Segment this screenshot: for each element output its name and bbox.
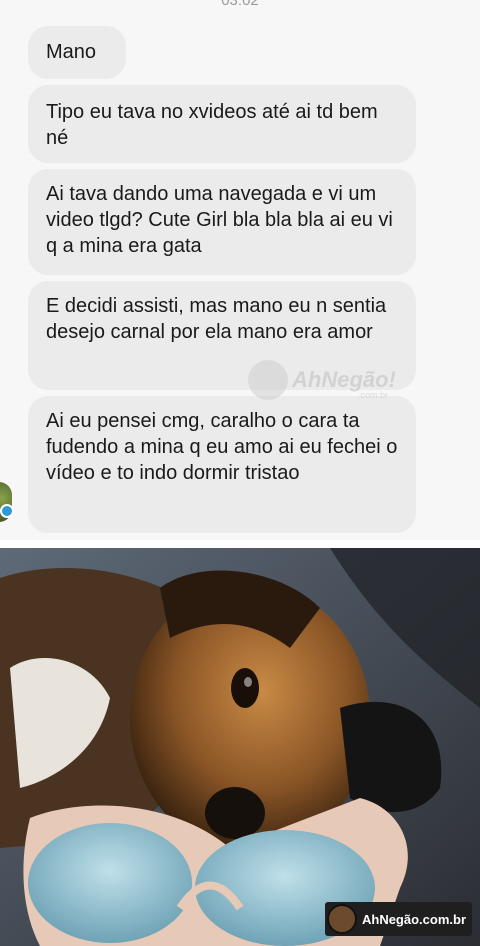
sender-avatar[interactable] xyxy=(0,482,14,522)
messenger-badge-icon xyxy=(0,504,14,518)
site-logo-icon xyxy=(326,904,357,934)
watermark: AhNegão! .com.br xyxy=(248,360,396,400)
message-bubble: Ai eu pensei cmg, caralho o cara ta fude… xyxy=(28,396,416,533)
site-badge: AhNegão.com.br xyxy=(324,902,472,936)
chat-screenshot: 03:02 Mano Tipo eu tava no xvideos até a… xyxy=(0,0,480,540)
divider xyxy=(0,540,480,548)
message-bubble: Tipo eu tava no xvideos até ai td bem né xyxy=(28,85,416,163)
watermark-sub: .com.br xyxy=(358,390,389,400)
dog-photo: AhNegão.com.br xyxy=(0,548,480,946)
site-badge-text: AhNegão.com.br xyxy=(361,911,466,927)
watermark-logo-icon xyxy=(248,360,288,400)
status-time: 03:02 xyxy=(221,0,259,9)
dog-photo-illustration xyxy=(0,548,480,946)
message-bubble: Mano xyxy=(28,26,126,79)
message-bubble: Ai tava dando uma navegada e vi um video… xyxy=(28,169,416,275)
